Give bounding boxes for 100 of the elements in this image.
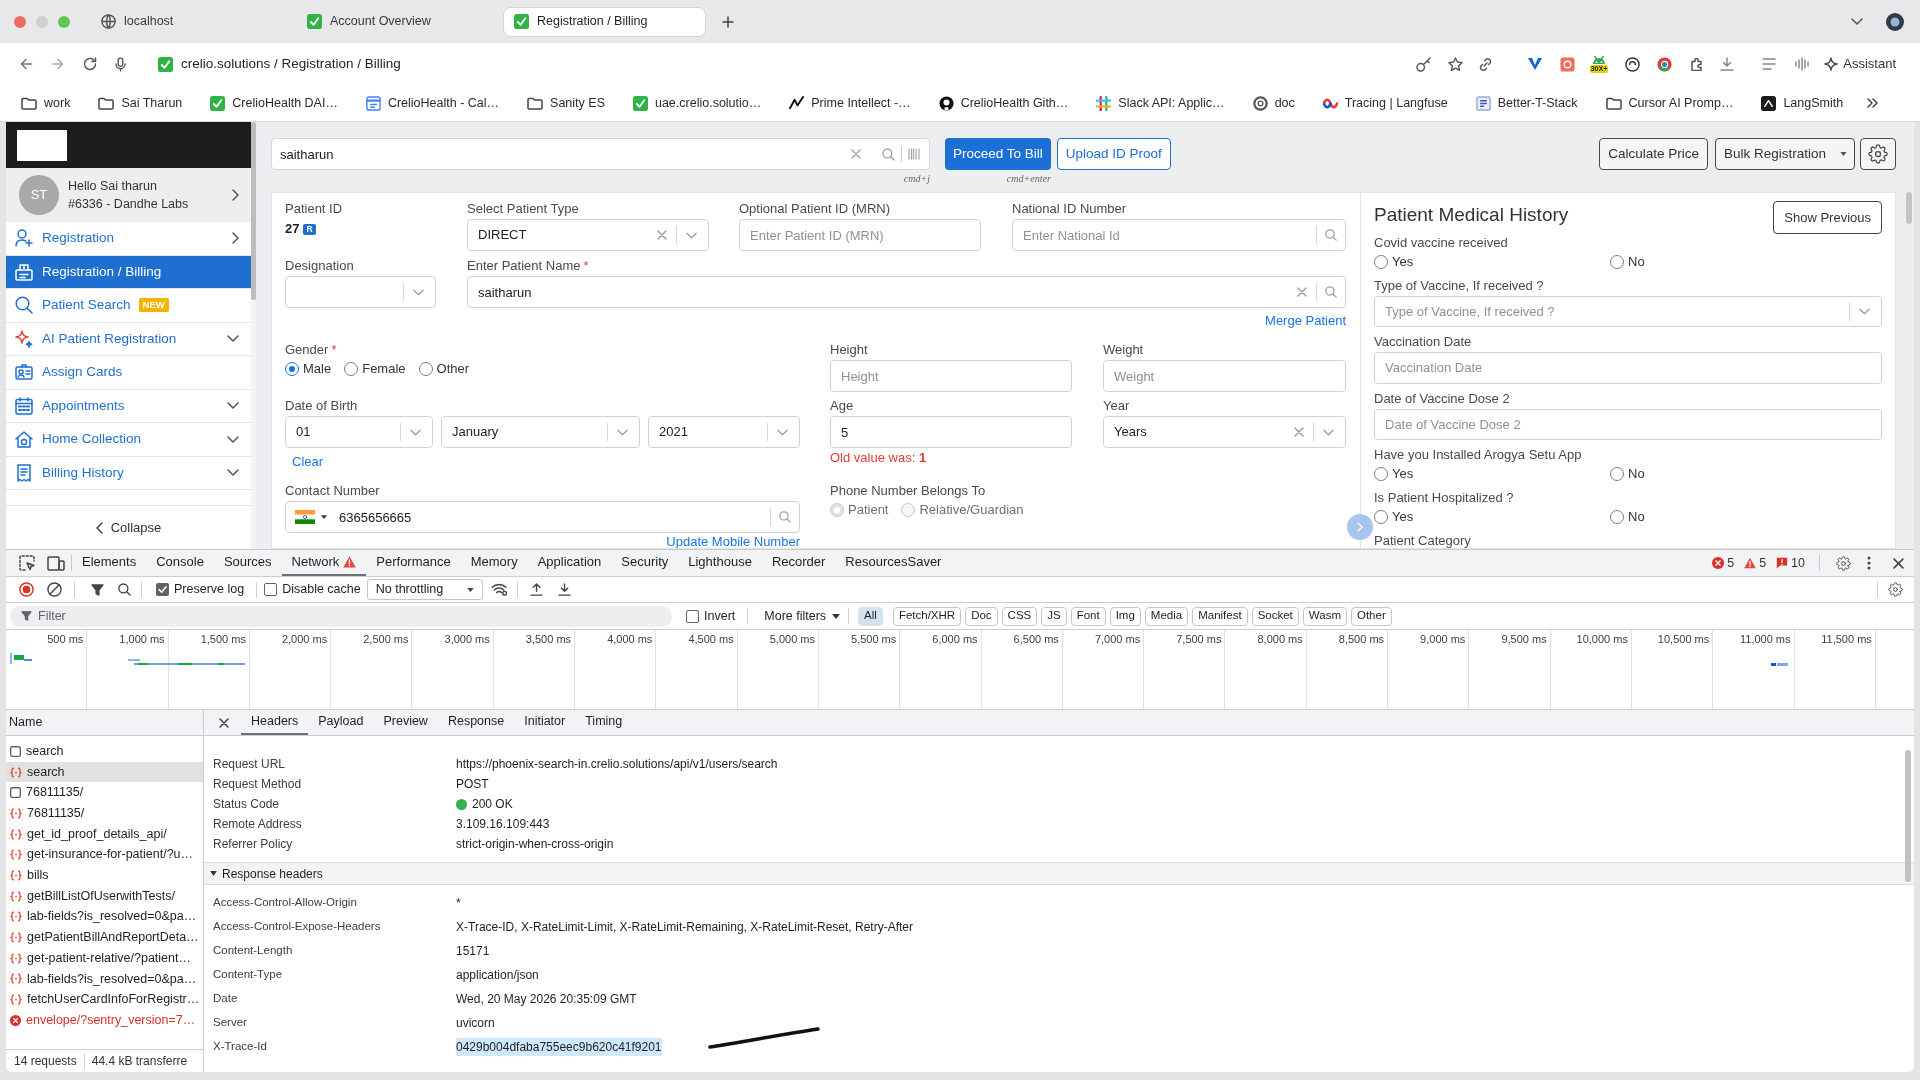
detail-tab[interactable]: Timing [575, 710, 633, 735]
filter-chip[interactable]: Socket [1251, 606, 1299, 626]
bookmark[interactable]: Tracing | Langfuse [1316, 90, 1454, 116]
detail-tab[interactable]: Initiator [514, 710, 576, 735]
detail-tab[interactable]: Payload [308, 710, 374, 735]
inspect-icon[interactable] [19, 555, 35, 571]
user-profile-card[interactable]: ST Hello Sai tharun #6336 - Dandhe Labs [6, 168, 251, 222]
request-row[interactable]: search [6, 741, 203, 762]
clear-log-icon[interactable] [47, 582, 62, 597]
request-row[interactable]: 76811135/ [6, 803, 203, 824]
checkbox-option[interactable]: Invert [686, 606, 736, 626]
chevron-right-icon[interactable] [232, 232, 239, 245]
settings-button[interactable] [1860, 138, 1896, 170]
dropdown-button[interactable]: Bulk Registration [1714, 138, 1855, 170]
request-row[interactable]: getPatientBillAndReportDeta… [6, 927, 203, 948]
waveform-icon[interactable] [1795, 57, 1810, 71]
mrn-field[interactable]: Enter Patient ID (MRN) [739, 219, 981, 251]
clear-icon[interactable] [1297, 287, 1307, 297]
request-row[interactable]: lab-fields?is_resolved=0&pa… [6, 906, 203, 928]
chevron-down-icon[interactable] [227, 335, 239, 343]
search-icon[interactable] [118, 583, 131, 596]
bookmark[interactable]: CrelioHealth DAI… [204, 90, 344, 116]
devtools-tab[interactable]: Console [146, 550, 214, 576]
request-row[interactable]: get-patient-relative/?patient… [6, 947, 203, 969]
calculate-button[interactable]: Calculate Price [1599, 138, 1708, 170]
detail-tab[interactable]: Headers [241, 710, 309, 735]
radio-option[interactable]: Yes [1374, 252, 1610, 272]
filter-chip[interactable]: Other [1350, 606, 1392, 626]
radio-option[interactable]: Female [344, 359, 406, 379]
devtools-tab[interactable]: ResourcesSaver [835, 550, 952, 576]
download-icon[interactable] [557, 583, 571, 596]
filter-chip[interactable]: Font [1070, 606, 1106, 626]
patient-search-field[interactable]: saitharun [280, 139, 851, 169]
request-row[interactable]: getBillListOfUserwithTests/ [6, 885, 203, 907]
clear-icon[interactable] [657, 230, 667, 240]
checkbox-option[interactable]: Preserve log [156, 580, 245, 599]
settings-icon[interactable] [1888, 582, 1903, 597]
record-icon[interactable] [19, 582, 34, 597]
browser-tab[interactable]: Registration / Billing [503, 6, 706, 37]
scrollbar-thumb[interactable] [1906, 192, 1912, 224]
update-mobile-link[interactable]: Update Mobile Number [666, 534, 800, 548]
devtools-tab[interactable]: Performance [366, 550, 461, 576]
filter-chip[interactable]: Media [1144, 606, 1189, 626]
profile-avatar-icon[interactable] [1886, 12, 1904, 31]
request-row[interactable]: 76811135/ [6, 782, 203, 804]
filter-chip[interactable]: JS [1041, 606, 1067, 626]
bookmark[interactable]: CrelioHealth - Cal… [359, 90, 506, 116]
radio-option[interactable]: No [1610, 464, 1645, 484]
v-shape-icon[interactable] [1526, 57, 1543, 71]
detail-tab[interactable]: Response [437, 710, 515, 735]
filter-chip[interactable]: CSS [1001, 606, 1038, 626]
devtools-tab[interactable]: Network [281, 550, 367, 576]
clear-icon[interactable] [851, 149, 861, 159]
link-icon[interactable] [1477, 56, 1493, 72]
error-count[interactable]: 5 [1727, 553, 1735, 573]
bookmark[interactable]: Slack API: Applic… [1090, 90, 1231, 116]
radio-option[interactable]: No [1610, 507, 1645, 527]
browser-tab[interactable]: localhost [91, 6, 294, 37]
contact-number-box[interactable]: 6365656665 [285, 501, 800, 533]
more-options-icon[interactable] [1867, 556, 1871, 570]
close-icon[interactable] [1893, 557, 1904, 569]
new-tab-icon[interactable] [722, 15, 734, 28]
ring-logo-icon[interactable] [1657, 56, 1673, 72]
patient-type-select[interactable]: DIRECT [467, 219, 709, 251]
request-row[interactable]: lab-fields?is_resolved=0&pa… [6, 968, 203, 990]
bookmark[interactable]: work [15, 90, 77, 116]
radio-option[interactable]: Yes [1374, 507, 1610, 527]
message-count[interactable]: 10 [1791, 553, 1805, 573]
request-row[interactable]: fetchUserCardInfoForRegistr… [6, 989, 203, 1010]
more-filters-button[interactable]: More filters [764, 606, 841, 626]
device-icon[interactable] [47, 555, 65, 571]
merge-patient-link[interactable]: Merge Patient [1265, 313, 1346, 329]
age-unit-select[interactable]: Years [1103, 416, 1346, 448]
request-row[interactable]: envelope/?sentry_version=7… [6, 1009, 203, 1031]
filter-chip[interactable]: Img [1109, 606, 1141, 626]
date-field[interactable]: Vaccination Date [1374, 352, 1882, 384]
age-field[interactable]: 5 [830, 416, 1072, 448]
bookmark[interactable]: uae.crelio.solutio… [626, 90, 768, 116]
chevron-down-icon[interactable] [227, 469, 239, 477]
national-id-field[interactable]: Enter National Id [1023, 220, 1316, 250]
chevron-down-icon[interactable] [227, 402, 239, 410]
caret-down-icon[interactable] [321, 515, 327, 519]
warning-count[interactable]: 5 [1759, 553, 1767, 573]
settings-icon[interactable] [1836, 555, 1851, 571]
chevron-down-icon[interactable] [1851, 18, 1863, 25]
date-field[interactable]: Date of Vaccine Dose 2 [1374, 408, 1882, 440]
circle-logo-icon[interactable] [1625, 56, 1641, 72]
national-id-box[interactable]: Enter National Id [1012, 219, 1346, 251]
bookmark[interactable]: Sanity ES [521, 90, 611, 116]
request-row[interactable]: bills [6, 865, 203, 886]
proceed-button[interactable]: Proceed To Bill [945, 138, 1051, 170]
patient-search-box[interactable]: saitharun [271, 138, 930, 170]
request-row[interactable]: get_id_proof_details_api/ [6, 823, 203, 845]
bookmark[interactable]: Sai Tharun [92, 90, 189, 116]
bookmark[interactable]: Prime Intellect -… [783, 90, 917, 116]
radio-option[interactable]: No [1610, 252, 1645, 272]
filter-chip[interactable]: Doc [965, 606, 998, 626]
radio-option[interactable]: Other [418, 359, 470, 379]
checkbox-option[interactable]: Disable cache [264, 580, 361, 599]
network-conditions-icon[interactable] [490, 583, 508, 596]
